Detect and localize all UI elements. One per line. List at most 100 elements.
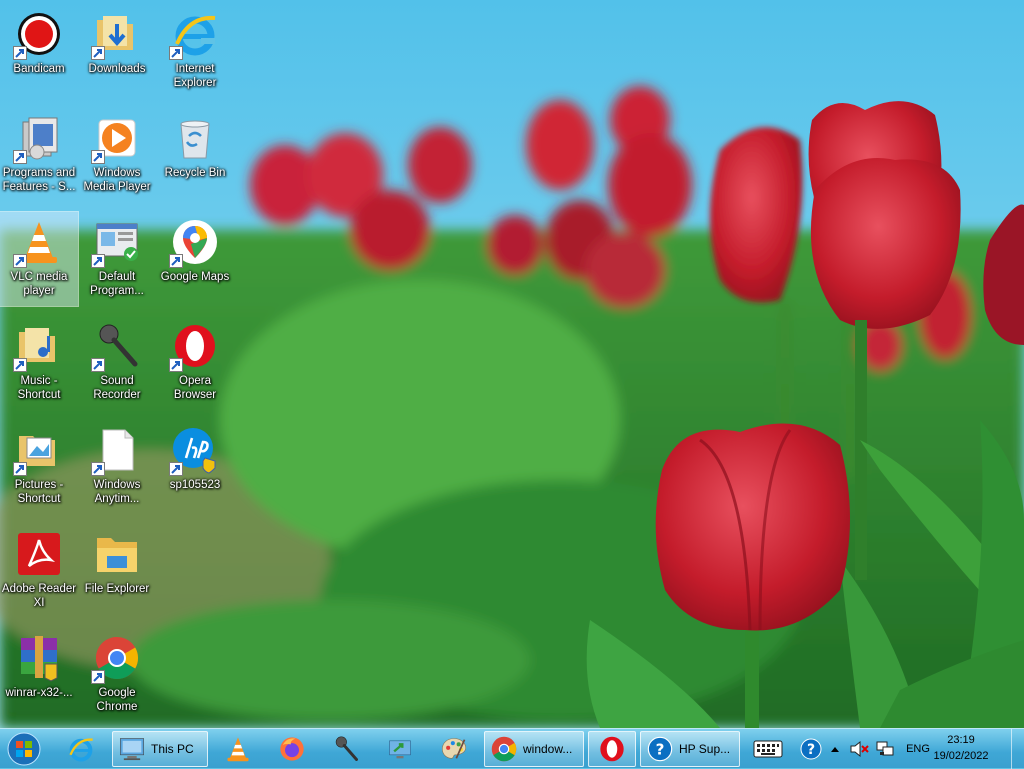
desktop-icon-label: Google Maps xyxy=(160,271,230,283)
shortcut-arrow-icon xyxy=(13,462,27,476)
chrome-icon xyxy=(490,735,518,763)
desktop-icon-windows-anytime[interactable]: Windows Anytim... xyxy=(78,420,156,514)
internet-explorer-icon xyxy=(169,10,219,60)
shortcut-arrow-icon xyxy=(91,462,105,476)
taskbar-firefox[interactable] xyxy=(268,731,316,767)
desktop-icon-adobe-reader[interactable]: Adobe Reader XI xyxy=(0,524,78,618)
taskbar-paint[interactable] xyxy=(430,731,478,767)
clock-time: 23:19 xyxy=(947,734,975,746)
downloads-folder-icon xyxy=(91,10,141,60)
shortcut-arrow-icon xyxy=(169,254,183,268)
pictures-folder-icon xyxy=(13,426,63,476)
svg-text:?: ? xyxy=(656,740,665,758)
desktop-icon-google-chrome[interactable]: Google Chrome xyxy=(78,628,156,722)
volume-button[interactable] xyxy=(848,731,870,767)
taskbar-vlc[interactable] xyxy=(214,731,262,767)
start-button[interactable] xyxy=(4,731,48,767)
speaker-muted-icon xyxy=(850,740,869,758)
desktop-icon-label: Internet Explorer xyxy=(173,63,217,89)
desktop-icon-google-maps[interactable]: Google Maps xyxy=(156,212,234,306)
taskbar-hp-support[interactable]: ? HP Sup... xyxy=(640,731,740,767)
firefox-icon xyxy=(278,735,306,763)
document-icon xyxy=(91,426,141,476)
taskbar-opera[interactable] xyxy=(588,731,636,767)
chrome-icon xyxy=(91,634,141,684)
shortcut-arrow-icon xyxy=(91,254,105,268)
keyboard-icon xyxy=(753,740,783,758)
language-label: ENG xyxy=(906,743,930,755)
taskbar-sound-recorder[interactable] xyxy=(322,731,370,767)
desktop-icon-internet-explorer[interactable]: Internet Explorer xyxy=(156,4,234,98)
computer-icon xyxy=(118,735,146,763)
file-explorer-icon xyxy=(93,530,141,578)
desktop-icon-windows-media-player[interactable]: Windows Media Player xyxy=(78,108,156,202)
clock[interactable]: 23:19 19/02/2022 xyxy=(928,732,994,764)
desktop-icon-sound-recorder[interactable]: Sound Recorder xyxy=(78,316,156,410)
tray-help-button[interactable]: ? xyxy=(798,731,824,767)
desktop-icon-file-explorer[interactable]: File Explorer xyxy=(78,524,156,618)
shortcut-arrow-icon xyxy=(169,462,183,476)
taskbar-chrome-label: window... xyxy=(523,742,573,756)
recycle-bin-icon xyxy=(171,114,219,162)
svg-text:?: ? xyxy=(807,742,815,758)
desktop-icon-label: Pictures - Shortcut xyxy=(14,479,64,505)
desktop-icon-programs-features[interactable]: Programs and Features - S... xyxy=(0,108,78,202)
desktop-icon-label: Windows Anytim... xyxy=(93,479,141,505)
shortcut-arrow-icon xyxy=(13,254,27,268)
desktop-icon-label: Sound Recorder xyxy=(93,375,141,401)
shortcut-arrow-icon xyxy=(13,358,27,372)
taskbar-this-pc-label: This PC xyxy=(151,742,194,756)
microphone-icon xyxy=(332,735,360,763)
help-question-icon: ? xyxy=(646,735,674,763)
desktop-icon-label: Default Program... xyxy=(90,271,144,297)
music-folder-icon xyxy=(13,322,63,372)
desktop-icon-label: Recycle Bin xyxy=(164,167,226,179)
desktop-icon-label: File Explorer xyxy=(84,583,150,595)
hp-icon xyxy=(169,426,219,476)
desktop-icon-label: Downloads xyxy=(88,63,146,75)
network-icon xyxy=(876,741,894,756)
help-question-icon: ? xyxy=(800,738,822,760)
adobe-reader-icon xyxy=(15,530,63,578)
shortcut-arrow-icon xyxy=(91,150,105,164)
desktop-icon-bandicam[interactable]: Bandicam xyxy=(0,4,78,98)
desktop-icon-winrar[interactable]: winrar-x32-... xyxy=(0,628,78,722)
taskbar-this-pc[interactable]: This PC xyxy=(112,731,208,767)
desktop-icon-music-shortcut[interactable]: Music - Shortcut xyxy=(0,316,78,410)
desktop-icon-label: Opera Browser xyxy=(173,375,217,401)
desktop-icon-downloads[interactable]: Downloads xyxy=(78,4,156,98)
desktop-icon-recycle-bin[interactable]: Recycle Bin xyxy=(156,108,234,202)
shortcut-arrow-icon xyxy=(91,46,105,60)
google-maps-icon xyxy=(169,218,219,268)
taskbar-hp-support-label: HP Sup... xyxy=(679,742,731,756)
touch-keyboard-button[interactable] xyxy=(750,731,786,767)
winrar-icon xyxy=(15,634,63,682)
desktop-icon-sp105523[interactable]: sp105523 xyxy=(156,420,234,514)
shortcut-arrow-icon xyxy=(91,670,105,684)
clock-date: 19/02/2022 xyxy=(933,750,989,762)
shortcut-arrow-icon xyxy=(13,150,27,164)
internet-explorer-icon xyxy=(67,735,95,763)
desktop-icon-label: winrar-x32-... xyxy=(5,687,73,699)
desktop-icon-label: Adobe Reader XI xyxy=(1,583,77,609)
desktop-icon-label: Programs and Features - S... xyxy=(2,167,76,193)
shortcut-arrow-icon xyxy=(169,358,183,372)
desktop-icon-vlc[interactable]: VLC media player xyxy=(0,211,79,307)
desktop-icon-label: Music - Shortcut xyxy=(17,375,61,401)
windows-media-player-icon xyxy=(91,114,141,164)
opera-icon xyxy=(169,322,219,372)
paint-palette-icon xyxy=(440,735,468,763)
show-hidden-icons-button[interactable] xyxy=(828,731,842,767)
desktop-icon-pictures-shortcut[interactable]: Pictures - Shortcut xyxy=(0,420,78,514)
show-desktop-button[interactable] xyxy=(1011,729,1024,769)
network-button[interactable] xyxy=(874,731,896,767)
taskbar: This PC window... ? HP Sup... ? ENG 23:1… xyxy=(0,728,1024,769)
taskbar-internet-explorer[interactable] xyxy=(56,731,106,767)
desktop-icon-opera[interactable]: Opera Browser xyxy=(156,316,234,410)
windows-logo-icon xyxy=(7,732,41,766)
desktop-icon-default-programs[interactable]: Default Program... xyxy=(78,212,156,306)
desktop-icon-label: sp105523 xyxy=(169,479,221,491)
taskbar-remote-desktop[interactable] xyxy=(376,731,424,767)
shortcut-arrow-icon xyxy=(13,46,27,60)
taskbar-chrome-window[interactable]: window... xyxy=(484,731,584,767)
